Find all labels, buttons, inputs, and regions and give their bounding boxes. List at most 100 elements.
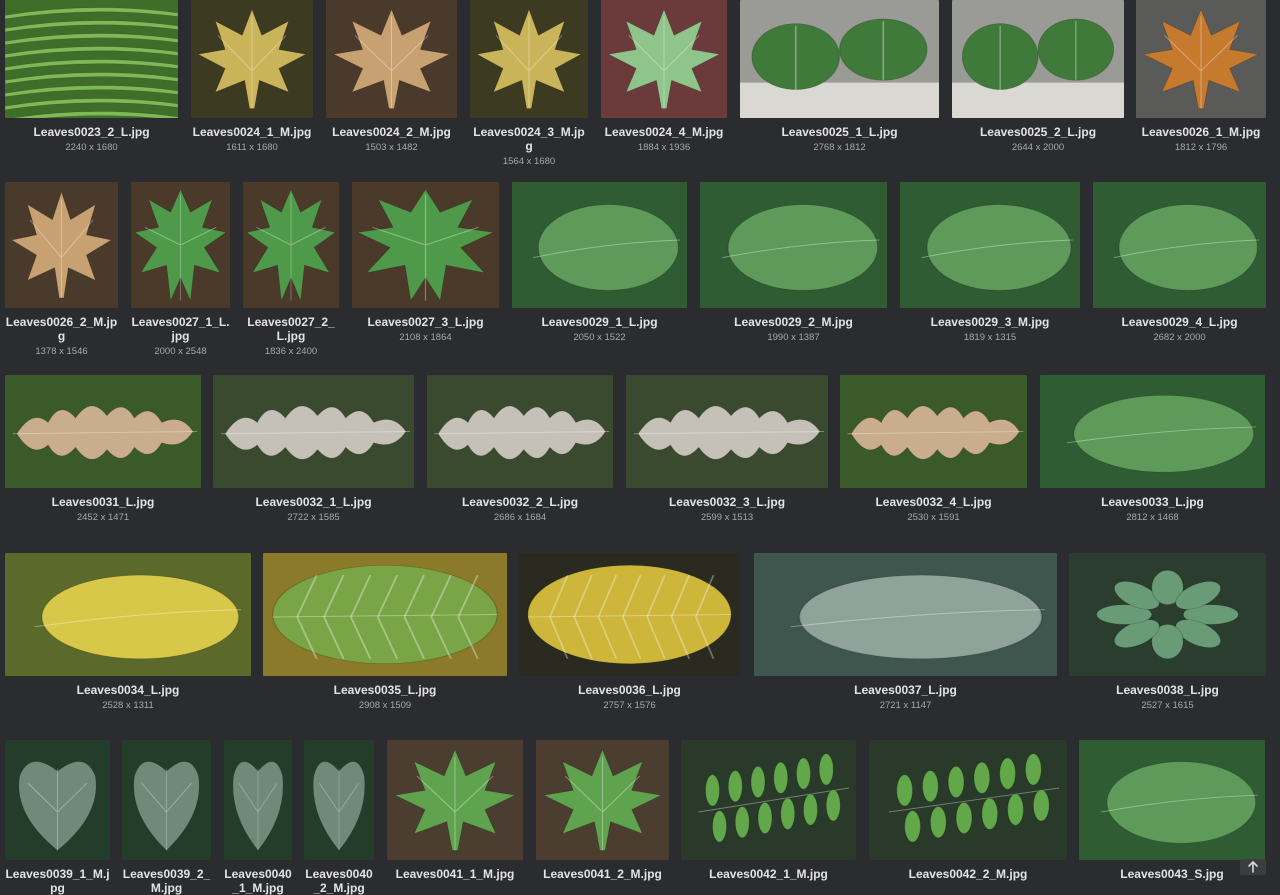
thumbnail[interactable] bbox=[952, 0, 1124, 118]
gallery-tile[interactable]: Leaves0025_1_L.jpg 2768 x 1812 bbox=[740, 0, 939, 154]
gallery-tile[interactable]: Leaves0042_1_M.jpg bbox=[681, 740, 856, 881]
thumbnail[interactable] bbox=[1093, 182, 1266, 308]
gallery-tile[interactable]: Leaves0036_L.jpg 2757 x 1576 bbox=[519, 553, 740, 712]
gallery-tile[interactable]: Leaves0025_2_L.jpg 2644 x 2000 bbox=[952, 0, 1124, 154]
gallery-tile[interactable]: Leaves0024_3_M.jpg 1564 x 1680 bbox=[470, 0, 588, 168]
gallery-tile[interactable]: Leaves0039_1_M.jpg bbox=[5, 740, 110, 895]
leaf-image bbox=[427, 375, 613, 488]
gallery-tile[interactable]: Leaves0029_2_M.jpg 1990 x 1387 bbox=[700, 182, 887, 344]
gallery-tile[interactable]: Leaves0026_2_M.jpg 1378 x 1546 bbox=[5, 182, 118, 358]
thumbnail[interactable] bbox=[700, 182, 887, 308]
thumbnail[interactable] bbox=[1040, 375, 1265, 488]
gallery-tile[interactable]: Leaves0024_2_M.jpg 1503 x 1482 bbox=[326, 0, 457, 154]
thumbnail[interactable] bbox=[191, 0, 313, 118]
gallery-tile[interactable]: Leaves0024_4_M.jpg 1884 x 1936 bbox=[601, 0, 727, 154]
thumbnail[interactable] bbox=[869, 740, 1067, 860]
gallery-tile[interactable]: Leaves0032_3_L.jpg 2599 x 1513 bbox=[626, 375, 828, 524]
gallery-tile[interactable]: Leaves0041_1_M.jpg bbox=[387, 740, 523, 881]
leaf-image bbox=[5, 0, 178, 118]
scroll-to-top-button[interactable] bbox=[1240, 859, 1266, 875]
file-name: Leaves0032_1_L.jpg bbox=[255, 495, 372, 509]
gallery-tile[interactable]: Leaves0032_2_L.jpg 2686 x 1684 bbox=[427, 375, 613, 524]
gallery-tile[interactable]: Leaves0027_1_L.jpg 2000 x 2548 bbox=[131, 182, 230, 358]
gallery-tile[interactable]: Leaves0032_4_L.jpg 2530 x 1591 bbox=[840, 375, 1027, 524]
file-name: Leaves0023_2_L.jpg bbox=[33, 125, 150, 139]
leaf-image bbox=[1093, 182, 1266, 308]
thumbnail[interactable] bbox=[352, 182, 499, 308]
thumbnail[interactable] bbox=[1079, 740, 1265, 860]
thumbnail[interactable] bbox=[1136, 0, 1266, 118]
thumbnail[interactable] bbox=[5, 553, 251, 676]
file-name: Leaves0024_1_M.jpg bbox=[192, 125, 312, 139]
thumbnail[interactable] bbox=[122, 740, 211, 860]
gallery-tile[interactable]: Leaves0029_3_M.jpg 1819 x 1315 bbox=[900, 182, 1080, 344]
gallery-tile[interactable]: Leaves0037_L.jpg 2721 x 1147 bbox=[754, 553, 1057, 712]
image-dimensions: 1884 x 1936 bbox=[637, 142, 691, 153]
file-name: Leaves0040_1_M.jpg bbox=[224, 867, 292, 895]
thumbnail[interactable] bbox=[5, 0, 178, 118]
thumbnail[interactable] bbox=[304, 740, 374, 860]
gallery-tile[interactable]: Leaves0027_2_L.jpg 1836 x 2400 bbox=[243, 182, 339, 358]
thumbnail[interactable] bbox=[900, 182, 1080, 308]
thumbnail[interactable] bbox=[427, 375, 613, 488]
gallery-tile[interactable]: Leaves0029_4_L.jpg 2682 x 2000 bbox=[1093, 182, 1266, 344]
leaf-image bbox=[191, 0, 313, 118]
gallery-tile[interactable]: Leaves0026_1_M.jpg 1812 x 1796 bbox=[1136, 0, 1266, 154]
image-dimensions: 2768 x 1812 bbox=[813, 142, 866, 153]
thumbnail[interactable] bbox=[681, 740, 856, 860]
gallery-tile[interactable]: Leaves0040_1_M.jpg bbox=[224, 740, 292, 895]
thumbnail[interactable] bbox=[243, 182, 339, 308]
thumbnail[interactable] bbox=[5, 740, 110, 860]
leaf-image bbox=[263, 553, 507, 676]
file-name: Leaves0031_L.jpg bbox=[51, 495, 155, 509]
file-name: Leaves0039_1_M.jpg bbox=[5, 867, 110, 895]
gallery-tile[interactable]: Leaves0032_1_L.jpg 2722 x 1585 bbox=[213, 375, 414, 524]
image-dimensions: 2599 x 1513 bbox=[700, 512, 754, 523]
gallery-tile[interactable]: Leaves0043_S.jpg bbox=[1079, 740, 1265, 881]
leaf-image bbox=[224, 740, 292, 860]
file-name: Leaves0032_3_L.jpg bbox=[668, 495, 786, 509]
file-name: Leaves0033_L.jpg bbox=[1101, 495, 1204, 509]
thumbnail[interactable] bbox=[131, 182, 230, 308]
gallery-tile[interactable]: Leaves0035_L.jpg 2908 x 1509 bbox=[263, 553, 507, 712]
image-dimensions: 1378 x 1546 bbox=[35, 346, 88, 357]
leaf-image bbox=[5, 740, 110, 860]
thumbnail[interactable] bbox=[5, 375, 201, 488]
thumbnail[interactable] bbox=[536, 740, 669, 860]
thumbnail[interactable] bbox=[1069, 553, 1266, 676]
thumbnail[interactable] bbox=[5, 182, 118, 308]
gallery-tile[interactable]: Leaves0041_2_M.jpg bbox=[536, 740, 669, 881]
gallery-tile[interactable]: Leaves0039_2_M.jpg bbox=[122, 740, 211, 895]
gallery-tile[interactable]: Leaves0031_L.jpg 2452 x 1471 bbox=[5, 375, 201, 524]
gallery-tile[interactable]: Leaves0033_L.jpg 2812 x 1468 bbox=[1040, 375, 1265, 524]
thumbnail[interactable] bbox=[740, 0, 939, 118]
thumbnail[interactable] bbox=[224, 740, 292, 860]
file-name: Leaves0034_L.jpg bbox=[76, 683, 180, 697]
thumbnail[interactable] bbox=[519, 553, 740, 676]
gallery-tile[interactable]: Leaves0023_2_L.jpg 2240 x 1680 bbox=[5, 0, 178, 154]
gallery-tile[interactable]: Leaves0029_1_L.jpg 2050 x 1522 bbox=[512, 182, 687, 344]
thumbnail[interactable] bbox=[601, 0, 727, 118]
gallery-tile[interactable]: Leaves0034_L.jpg 2528 x 1311 bbox=[5, 553, 251, 712]
file-name: Leaves0027_2_L.jpg bbox=[247, 315, 335, 343]
gallery-tile[interactable]: Leaves0027_3_L.jpg 2108 x 1864 bbox=[352, 182, 499, 344]
gallery-tile[interactable]: Leaves0024_1_M.jpg 1611 x 1680 bbox=[191, 0, 313, 154]
gallery-tile[interactable]: Leaves0038_L.jpg 2527 x 1615 bbox=[1069, 553, 1266, 712]
image-dimensions: 2908 x 1509 bbox=[358, 700, 412, 711]
file-name: Leaves0025_1_L.jpg bbox=[781, 125, 898, 139]
thumbnail[interactable] bbox=[213, 375, 414, 488]
thumbnail[interactable] bbox=[387, 740, 523, 860]
file-name: Leaves0041_1_M.jpg bbox=[395, 867, 515, 881]
thumbnail[interactable] bbox=[754, 553, 1057, 676]
gallery-tile[interactable]: Leaves0042_2_M.jpg bbox=[869, 740, 1067, 881]
file-name: Leaves0032_2_L.jpg bbox=[461, 495, 579, 509]
thumbnail[interactable] bbox=[840, 375, 1027, 488]
thumbnail[interactable] bbox=[263, 553, 507, 676]
thumbnail[interactable] bbox=[626, 375, 828, 488]
thumbnail[interactable] bbox=[326, 0, 457, 118]
leaf-image bbox=[326, 0, 457, 118]
thumbnail[interactable] bbox=[512, 182, 687, 308]
gallery-tile[interactable]: Leaves0040_2_M.jpg bbox=[304, 740, 374, 895]
thumbnail[interactable] bbox=[470, 0, 588, 118]
image-dimensions: 2000 x 2548 bbox=[154, 346, 207, 357]
